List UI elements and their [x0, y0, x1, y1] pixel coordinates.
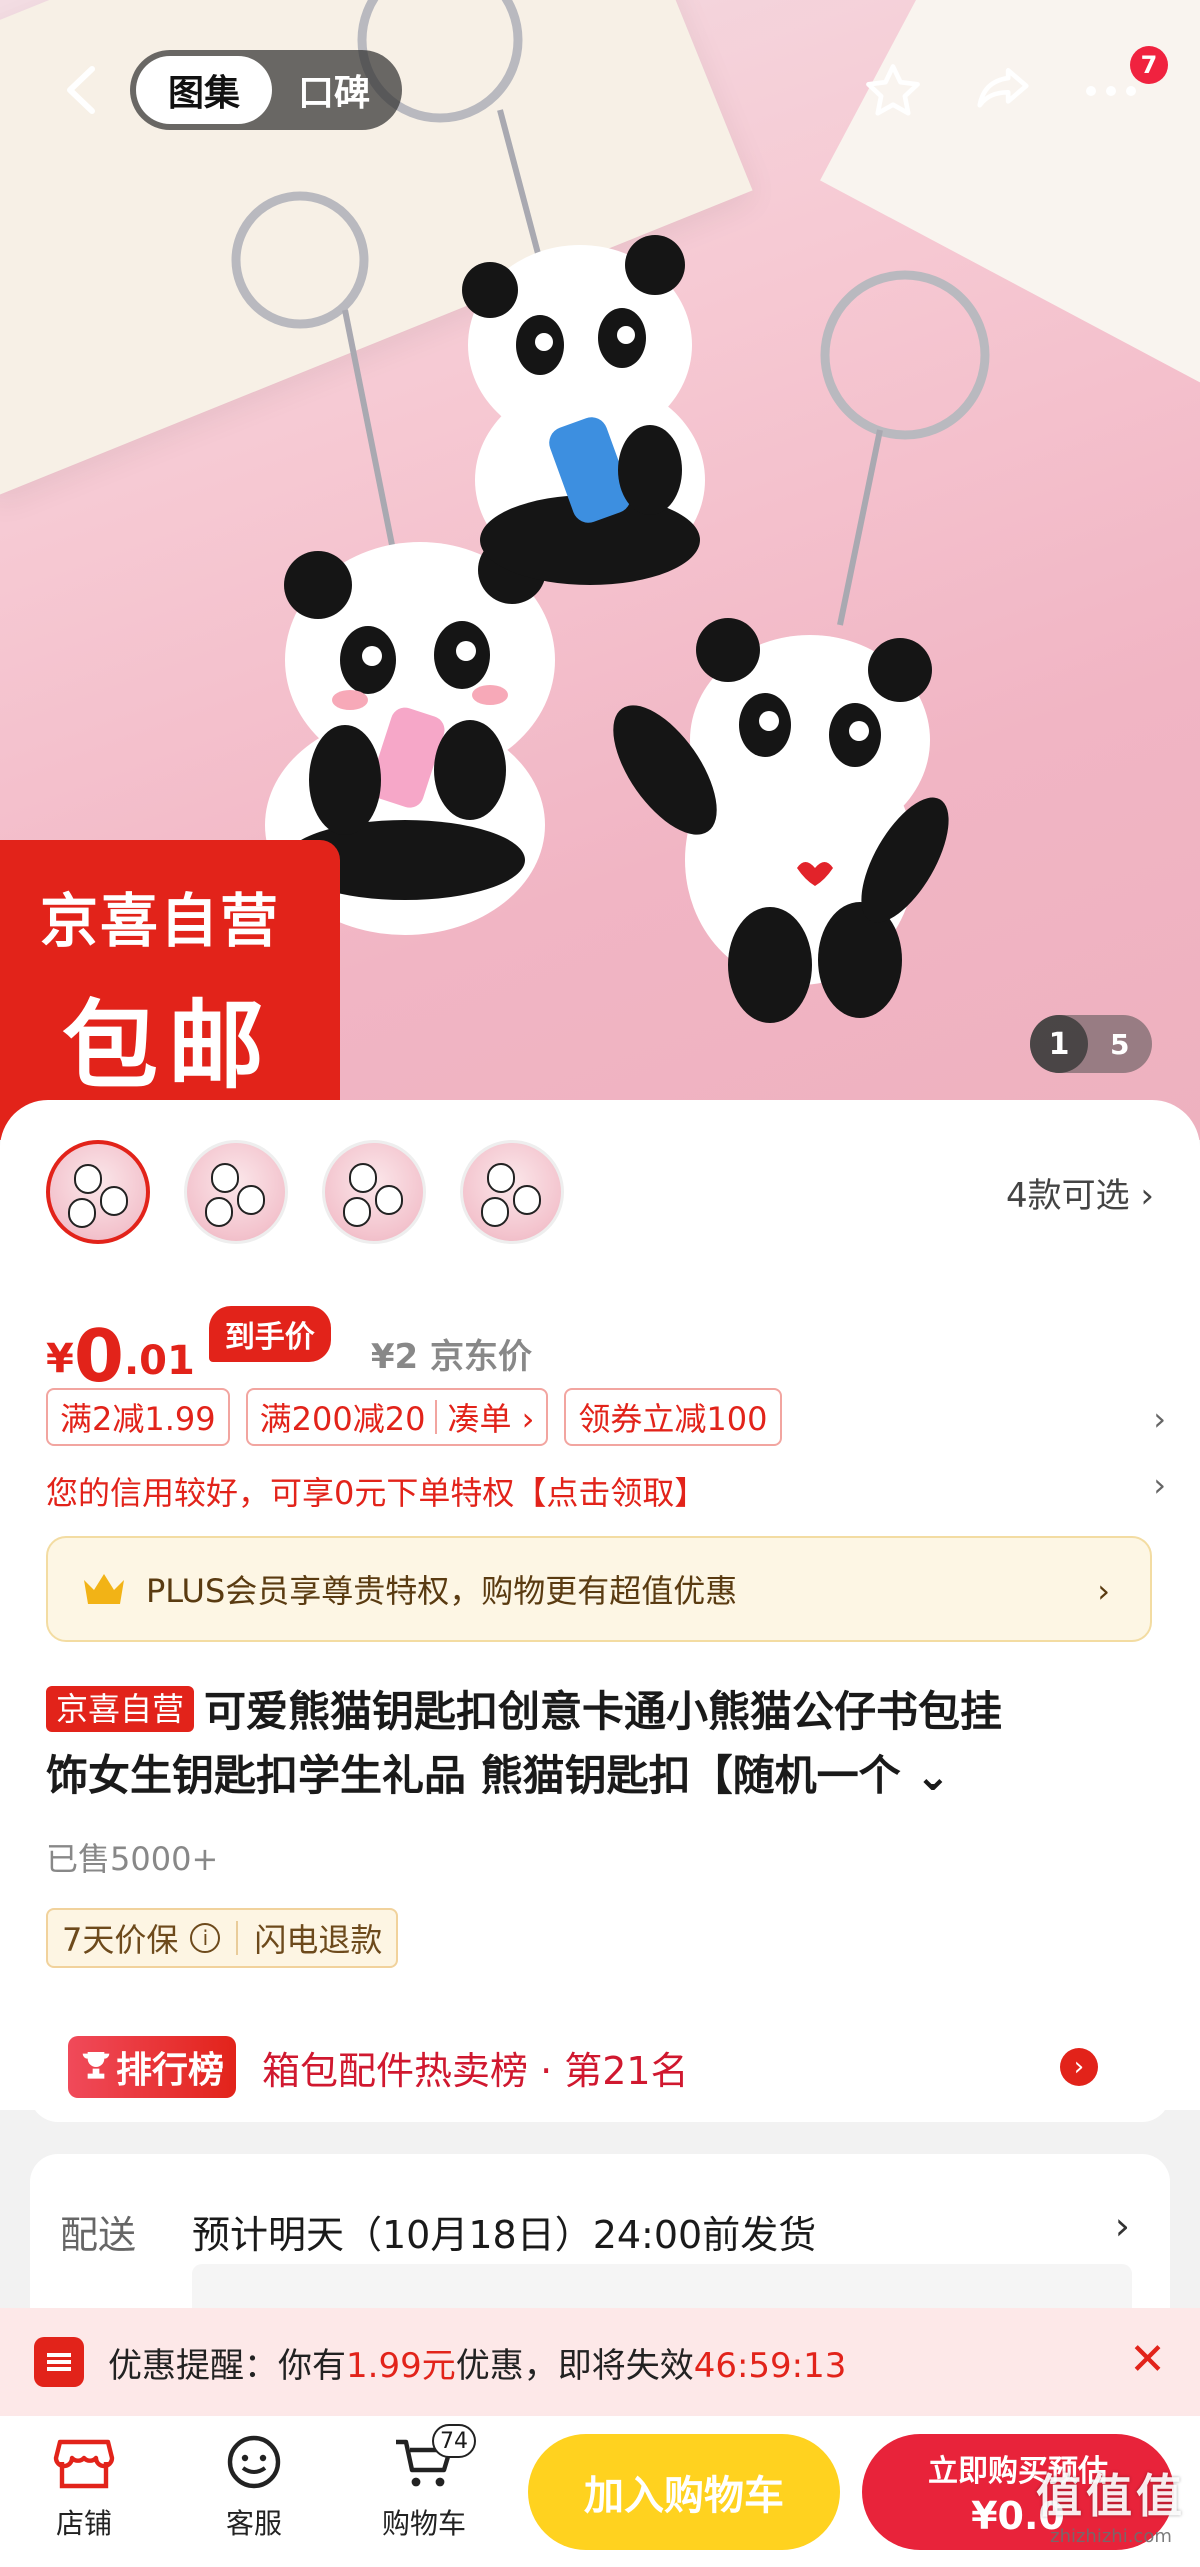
- tab-reviews[interactable]: 口碑: [272, 56, 396, 124]
- product-image-gallery[interactable]: 图集 口碑 7 京喜自营 包邮 1 5: [0, 0, 1200, 1140]
- variant-thumb[interactable]: [184, 1140, 288, 1244]
- price-integer: 0: [73, 1314, 124, 1398]
- ranking-card[interactable]: 排行榜 箱包配件热卖榜 · 第21名 ›: [30, 2012, 1170, 2122]
- tab-gallery[interactable]: 图集: [136, 56, 272, 124]
- chevron-right-icon: ›: [1097, 1572, 1110, 1610]
- coupon-list: 满2减1.99 满200减20 凑单 › 领券立减100: [46, 1388, 798, 1446]
- top-navigation: 图集 口碑 7: [0, 40, 1200, 140]
- ranking-badge: 排行榜: [68, 2036, 237, 2098]
- coupon-text: 满200减20: [259, 1400, 426, 1438]
- add-to-cart-button[interactable]: 加入购物车: [528, 2434, 840, 2550]
- star-icon: [866, 64, 920, 116]
- back-arrow-icon: [67, 66, 95, 114]
- ranking-row: 排行榜 箱包配件热卖榜 · 第21名 ›: [68, 2012, 1168, 2122]
- self-operated-tag: 京喜自营: [46, 1686, 195, 1732]
- delivery-estimate: 预计明天（10月18日）24:00前发货: [192, 2213, 817, 2257]
- variants-selector[interactable]: 4款可选 ›: [1006, 1168, 1154, 1217]
- gallery-review-switch: 图集 口碑: [130, 50, 402, 130]
- discount-reminder-text: 优惠提醒：你有1.99元优惠，即将失效46:59:13: [108, 2338, 846, 2387]
- favorite-button[interactable]: [858, 56, 928, 126]
- price-decimal: .01: [123, 1338, 195, 1384]
- credit-offer[interactable]: 您的信用较好，可享0元下单特权【点击领取】: [46, 1468, 706, 1514]
- plus-banner-text: PLUS会员享尊贵特权，购物更有超值优惠: [146, 1572, 738, 1610]
- image-pager: 1 5: [1030, 1015, 1152, 1073]
- product-title: 京喜自营 可爱熊猫钥匙扣创意卡通小熊猫公仔书包挂 饰女生钥匙扣学生礼品 熊猫钥匙扣…: [46, 1680, 1156, 1808]
- promo-line1: 京喜自营: [40, 887, 281, 955]
- final-price-tag: 到手价: [208, 1306, 331, 1362]
- coupon-chip-bundle[interactable]: 满200减20 凑单 ›: [245, 1388, 549, 1446]
- discount-reminder-bar[interactable]: 优惠提醒：你有1.99元优惠，即将失效46:59:13 ✕: [0, 2308, 1200, 2416]
- jd-price: ¥2 京东价: [370, 1337, 532, 1377]
- watermark-logo: 值值值: [1036, 2469, 1186, 2523]
- sold-count: 已售5000+: [46, 1840, 219, 1878]
- close-icon[interactable]: ✕: [1129, 2338, 1166, 2382]
- back-button[interactable]: [50, 60, 110, 120]
- promo-stamp: 京喜自营 包邮: [0, 840, 340, 1140]
- menu-lines-icon: [47, 2353, 71, 2371]
- chevron-right-icon[interactable]: ›: [1153, 1400, 1166, 1438]
- title-line1: 可爱熊猫钥匙扣创意卡通小熊猫公仔书包挂: [204, 1687, 1003, 1736]
- customer-service-tab[interactable]: 客服: [194, 2434, 314, 2542]
- ranking-text: 箱包配件热卖榜 · 第21名: [262, 2048, 689, 2093]
- notification-badge: 7: [1130, 46, 1168, 84]
- divider: [435, 1400, 438, 1434]
- more-dots-icon: [1086, 86, 1136, 96]
- plus-membership-banner[interactable]: PLUS会员享尊贵特权，购物更有超值优惠 ›: [46, 1536, 1152, 1642]
- price-protect-label: 7天价保: [62, 1921, 179, 1959]
- title-line2[interactable]: 饰女生钥匙扣学生礼品 熊猫钥匙扣【随机一个 ⌄: [46, 1751, 950, 1800]
- reminder-amount: 1.99元: [346, 2345, 456, 2386]
- service-guarantee[interactable]: 7天价保 i 闪电退款: [46, 1908, 399, 1968]
- coupon-bundle-link: 凑单 ›: [447, 1400, 535, 1438]
- variants-count-label: 4款可选: [1005, 1176, 1130, 1216]
- cart-label: 购物车: [381, 2507, 466, 2540]
- chevron-right-icon[interactable]: ›: [1153, 1466, 1166, 1504]
- chevron-right-icon: ›: [1060, 2048, 1098, 2086]
- reminder-prefix: 优惠提醒：你有: [108, 2345, 346, 2386]
- reminder-middle: 优惠，即将失效: [455, 2345, 694, 2386]
- variant-thumb[interactable]: [322, 1140, 426, 1244]
- divider: [236, 1921, 239, 1955]
- product-info-card: 4款可选 › ¥ 0 .01 到手价 ¥2 京东价 满2减1.99 满200减2…: [0, 1100, 1200, 2110]
- store-icon: [53, 2439, 115, 2489]
- cart-count-badge: 74: [432, 2424, 476, 2458]
- variant-thumbnails: [46, 1140, 598, 1244]
- promo-line2: 包邮: [62, 990, 274, 1102]
- coupon-chip[interactable]: 满2减1.99: [46, 1388, 230, 1446]
- share-button[interactable]: [968, 56, 1038, 126]
- discount-reminder-icon: [34, 2337, 84, 2387]
- price-symbol: ¥: [46, 1336, 74, 1382]
- cart-tab[interactable]: 74 购物车: [364, 2424, 484, 2542]
- variant-thumb[interactable]: [460, 1140, 564, 1244]
- info-icon: i: [190, 1923, 221, 1953]
- store-tab[interactable]: 店铺: [24, 2434, 144, 2542]
- share-icon: [977, 68, 1029, 108]
- service-label: 客服: [225, 2507, 282, 2540]
- delivery-label: 配送: [60, 2213, 137, 2257]
- chat-smile-icon: [227, 2435, 281, 2489]
- price-row: ¥ 0 .01 到手价 ¥2 京东价: [46, 1292, 532, 1392]
- ranking-badge-label: 排行榜: [116, 2050, 225, 2091]
- trophy-icon: [82, 2052, 110, 2079]
- crown-icon: [84, 1574, 124, 1604]
- coupon-chip[interactable]: 领券立减100: [564, 1388, 782, 1446]
- store-label: 店铺: [55, 2507, 112, 2540]
- pager-current: 1: [1030, 1015, 1088, 1073]
- watermark-url: zhizhizhi.com: [1050, 2526, 1172, 2547]
- reminder-countdown: 46:59:13: [693, 2345, 847, 2386]
- watermark: 值值值 zhizhizhi.com: [1036, 2460, 1186, 2547]
- chevron-right-icon: ›: [1114, 2204, 1130, 2248]
- chevron-right-icon: ›: [1140, 1176, 1154, 1216]
- fast-refund-label: 闪电退款: [254, 1921, 383, 1959]
- bottom-action-bar: 店铺 客服 74 购物车 加入购物车 立即购买预估 ¥0.0 值值值 zhizh…: [0, 2416, 1200, 2567]
- variant-thumb[interactable]: [46, 1140, 150, 1244]
- pager-total: 5: [1110, 1027, 1130, 1061]
